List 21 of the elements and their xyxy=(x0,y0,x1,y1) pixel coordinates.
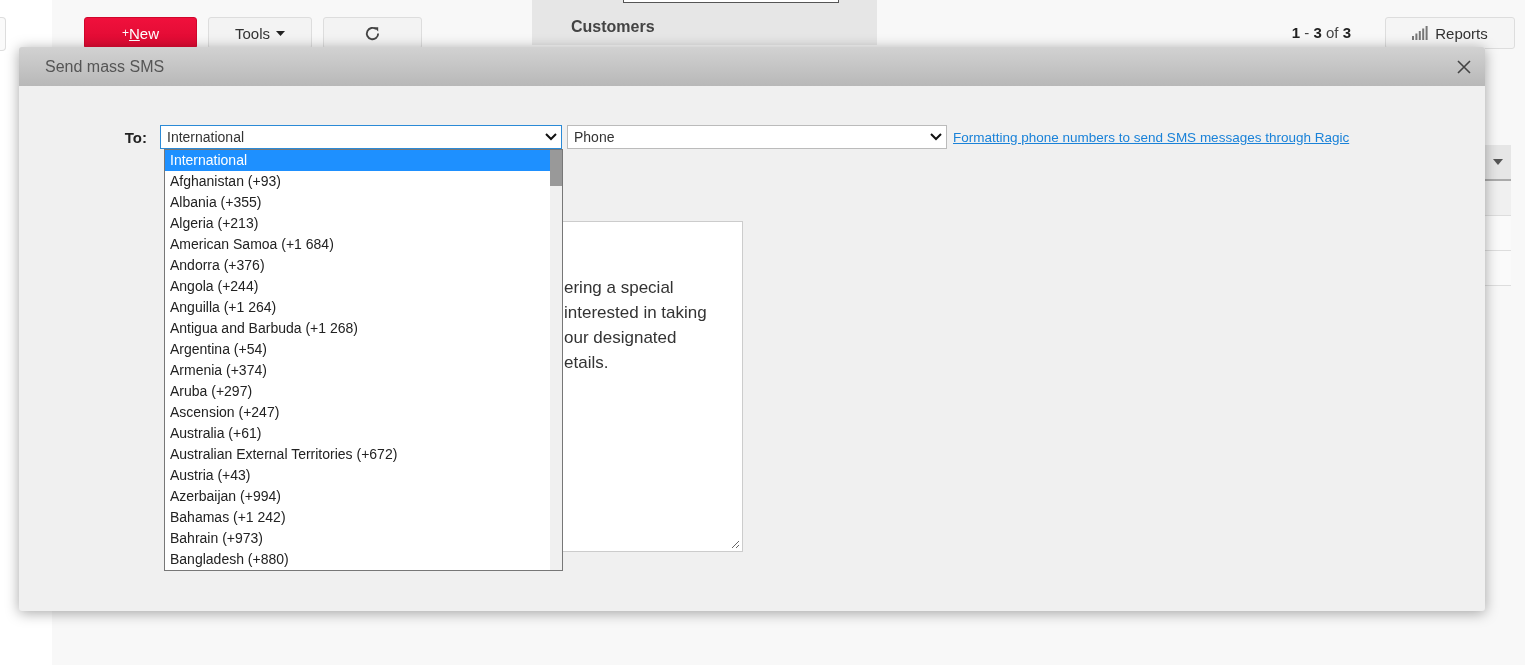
tools-button[interactable]: Tools xyxy=(208,17,312,49)
refresh-button[interactable] xyxy=(323,17,422,49)
message-text: ering a special interested in taking our designated etails. xyxy=(564,277,708,374)
resize-grip-icon[interactable] xyxy=(731,540,740,549)
country-select[interactable]: International xyxy=(160,125,562,149)
field-select[interactable]: Phone xyxy=(567,125,947,149)
new-button[interactable]: +New xyxy=(84,17,197,49)
caret-icon[interactable] xyxy=(1493,159,1503,165)
bar-chart-icon xyxy=(1412,26,1430,40)
page-tab[interactable]: Customers xyxy=(532,0,877,45)
scrollbar[interactable] xyxy=(550,150,562,570)
caret-icon xyxy=(276,30,285,36)
pager-text: 1 - 3 of 3 xyxy=(1291,24,1351,41)
chevron-down-icon xyxy=(930,133,942,141)
close-button[interactable] xyxy=(1457,59,1471,74)
refresh-icon xyxy=(364,24,381,42)
help-link[interactable]: Formatting phone numbers to send SMS messages through Ragic xyxy=(953,129,1350,145)
reports-button[interactable]: Reports xyxy=(1385,17,1515,49)
dialog-title: Send mass SMS xyxy=(45,57,166,76)
to-label: To: xyxy=(123,128,148,146)
chevron-down-icon xyxy=(545,133,557,141)
